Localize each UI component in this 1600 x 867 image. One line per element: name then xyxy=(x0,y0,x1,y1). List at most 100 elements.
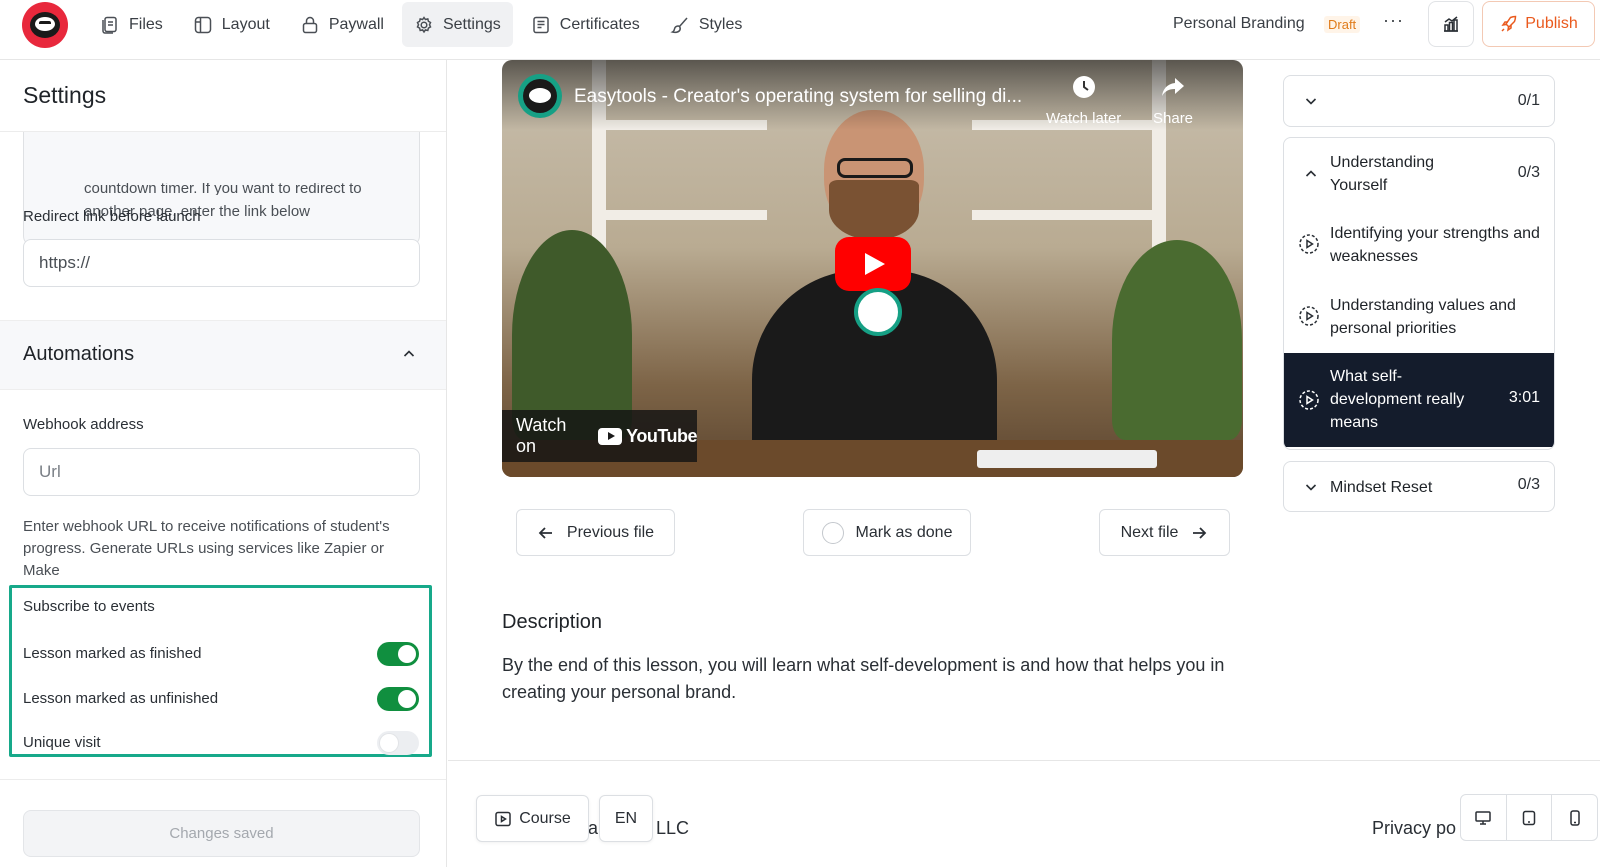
subscribe-events-label: Subscribe to events xyxy=(23,598,155,615)
mark-as-done-button[interactable]: Mark as done xyxy=(803,509,971,556)
lesson-item-active[interactable]: What self-development really means 3:01 xyxy=(1284,353,1554,447)
video-player[interactable]: Easytools - Creator's operating system f… xyxy=(502,60,1243,477)
section-progress: 0/3 xyxy=(1517,164,1540,181)
chevron-up-icon xyxy=(403,350,415,357)
watch-on-youtube-button[interactable]: Watch on YouTube xyxy=(502,410,697,462)
nav-certificates[interactable]: Certificates xyxy=(519,2,652,47)
panel-title: Settings xyxy=(23,82,107,108)
nav-settings[interactable]: Settings xyxy=(401,2,513,47)
section-header[interactable]: Understanding Yourself 0/3 xyxy=(1284,138,1554,209)
video-file-icon xyxy=(495,811,511,826)
more-options-button[interactable]: ··· xyxy=(1383,10,1404,31)
curriculum-intro-section[interactable]: 0/1 xyxy=(1283,75,1555,127)
tablet-preview-button[interactable] xyxy=(1507,795,1553,840)
mobile-preview-button[interactable] xyxy=(1552,795,1597,840)
toggle-knob xyxy=(380,734,398,752)
toggle-knob xyxy=(398,645,416,663)
nav-styles-label: Styles xyxy=(698,15,743,33)
panel-header: Settings xyxy=(0,60,446,131)
tablet-icon xyxy=(1522,810,1536,825)
play-circle-icon xyxy=(1299,390,1319,410)
share-label: Share xyxy=(1153,110,1194,127)
chevron-down-icon xyxy=(1305,484,1317,491)
channel-avatar[interactable] xyxy=(518,74,562,118)
lock-icon xyxy=(300,15,320,35)
clock-icon xyxy=(1072,76,1095,98)
toggle-lesson-unfinished[interactable] xyxy=(377,687,419,711)
toggle-unique-visit[interactable] xyxy=(377,731,419,755)
share-arrow-icon xyxy=(1162,78,1185,96)
section-header: 0/1 xyxy=(1284,76,1554,126)
main-nav: Files Layout Paywall Settings Certificat… xyxy=(88,2,754,47)
scene-plant xyxy=(512,230,632,440)
chevron-up-icon xyxy=(1305,170,1317,177)
course-label: Course xyxy=(519,809,571,827)
scene-shirt-logo xyxy=(854,288,902,336)
publish-button[interactable]: Publish xyxy=(1482,1,1595,47)
course-button[interactable]: Course xyxy=(476,795,589,842)
play-icon xyxy=(865,253,885,275)
curriculum-section-mindset[interactable]: Mindset Reset 0/3 xyxy=(1283,461,1555,512)
next-file-button[interactable]: Next file xyxy=(1099,509,1230,556)
youtube-wordmark: YouTube xyxy=(626,425,697,446)
section-header: Mindset Reset 0/3 xyxy=(1284,462,1554,511)
lesson-title: Identifying your strengths and weaknesse… xyxy=(1330,225,1540,265)
nav-layout-label: Layout xyxy=(221,15,270,33)
nav-certificates-label: Certificates xyxy=(559,15,640,33)
status-badge: Draft xyxy=(1324,16,1361,33)
event-label: Unique visit xyxy=(23,734,101,751)
mark-as-done-label: Mark as done xyxy=(855,523,953,541)
brush-icon xyxy=(670,15,690,35)
language-button[interactable]: EN xyxy=(599,795,653,842)
webhook-label: Webhook address xyxy=(23,416,144,433)
previous-file-label: Previous file xyxy=(566,523,655,541)
event-row-unfinished: Lesson marked as unfinished xyxy=(23,687,419,711)
nav-files[interactable]: Files xyxy=(88,2,175,47)
arrow-right-icon xyxy=(1193,526,1207,539)
analytics-button[interactable] xyxy=(1428,1,1474,47)
scene-plant xyxy=(1112,240,1242,440)
youtube-logo: YouTube xyxy=(598,426,697,447)
webhook-url-input[interactable] xyxy=(23,448,420,496)
privacy-policy-link[interactable]: Privacy po xyxy=(1372,818,1456,839)
scene-person-beard xyxy=(829,180,919,240)
event-row-finished: Lesson marked as finished xyxy=(23,642,419,666)
redirect-link-input[interactable] xyxy=(23,239,420,287)
channel-logo-icon xyxy=(523,79,557,113)
scene-shelf xyxy=(972,210,1162,220)
watch-later-button[interactable]: Watch later xyxy=(1046,74,1121,127)
device-preview-switcher xyxy=(1460,794,1598,841)
course-name[interactable]: Personal Branding xyxy=(1173,15,1305,33)
nav-files-label: Files xyxy=(129,15,163,33)
nav-styles[interactable]: Styles xyxy=(658,2,755,47)
automations-section-header[interactable]: Automations xyxy=(0,320,446,390)
nav-settings-label: Settings xyxy=(442,15,501,33)
toggle-lesson-finished[interactable] xyxy=(377,642,419,666)
nav-paywall-label: Paywall xyxy=(328,15,384,33)
desktop-preview-button[interactable] xyxy=(1461,795,1507,840)
save-changes-button[interactable]: Changes saved xyxy=(23,810,420,857)
footer-company: LLC xyxy=(656,818,690,838)
files-icon xyxy=(100,15,120,35)
section-progress: 0/1 xyxy=(1517,92,1540,109)
lesson-item[interactable]: Identifying your strengths and weaknesse… xyxy=(1284,209,1554,281)
section-title: Understanding Yourself xyxy=(1330,154,1435,194)
previous-file-button[interactable]: Previous file xyxy=(516,509,675,556)
launch-note-box: countdown timer. If you want to redirect… xyxy=(23,120,420,246)
share-button[interactable]: Share xyxy=(1153,74,1193,127)
note-text-partial: countdown timer. If you want to redirect… xyxy=(84,183,362,195)
nav-layout[interactable]: Layout xyxy=(181,2,282,47)
watch-later-label: Watch later xyxy=(1046,110,1122,127)
play-circle-icon xyxy=(1299,306,1319,326)
divider xyxy=(0,779,446,780)
toggle-knob xyxy=(398,690,416,708)
play-circle-icon xyxy=(1299,234,1319,254)
app-logo[interactable] xyxy=(22,2,68,48)
play-button[interactable] xyxy=(835,237,911,291)
lesson-item[interactable]: Understanding values and personal priori… xyxy=(1284,281,1554,353)
nav-paywall[interactable]: Paywall xyxy=(288,2,396,47)
video-title[interactable]: Easytools - Creator's operating system f… xyxy=(574,86,1022,108)
lesson-title: Understanding values and personal priori… xyxy=(1330,297,1516,337)
scene-shelf xyxy=(597,210,767,220)
gear-icon xyxy=(414,15,434,35)
